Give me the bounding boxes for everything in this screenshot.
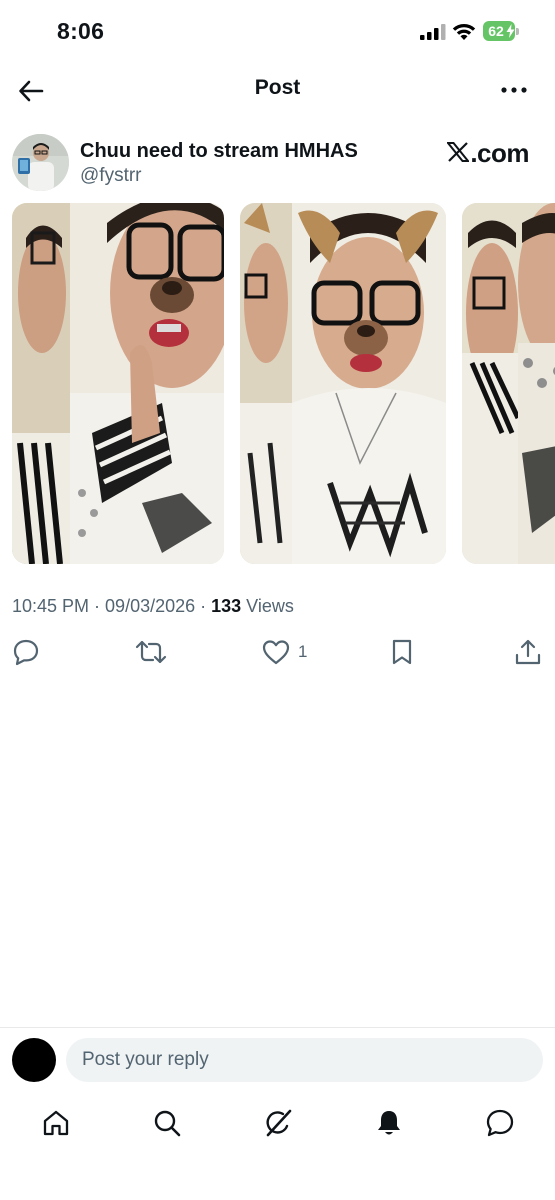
views-label: Views [241, 596, 294, 616]
cellular-signal-icon [420, 24, 446, 40]
photo-3 [462, 203, 555, 564]
avatar-image [12, 134, 69, 191]
home-icon [43, 1110, 69, 1136]
status-bar: 8:06 62 [0, 0, 555, 62]
tab-grok[interactable] [261, 1106, 295, 1140]
tab-search[interactable] [150, 1106, 184, 1140]
photo-2 [240, 203, 446, 564]
battery-indicator: 62 [483, 21, 519, 41]
source-label: .com [447, 138, 529, 169]
media-carousel[interactable] [12, 203, 555, 565]
author-avatar[interactable] [12, 134, 69, 191]
post-header: Post [0, 62, 555, 118]
media-image-3[interactable] [462, 203, 555, 564]
page-title: Post [254, 76, 301, 99]
views-count: 133 [211, 596, 242, 616]
bottom-tab-bar [0, 1092, 555, 1160]
search-icon [154, 1110, 181, 1137]
more-options-button[interactable] [494, 74, 534, 106]
tab-home[interactable] [39, 1106, 73, 1140]
current-user-avatar [12, 1038, 56, 1082]
bookmark-icon [392, 639, 412, 665]
heart-icon [262, 640, 290, 665]
source-label-text: .com [470, 138, 529, 168]
post-timestamp: 10:45 PM · 09/03/2026 · [12, 596, 212, 616]
reply-input[interactable] [66, 1038, 543, 1082]
tab-notifications[interactable] [372, 1106, 406, 1140]
post-actions: 1 [0, 632, 555, 672]
status-time: 8:06 [57, 18, 105, 44]
more-horizontal-icon [501, 87, 527, 93]
wifi-icon [452, 24, 476, 40]
post-meta: 10:45 PM · 09/03/2026 · 133 Views [12, 596, 294, 617]
post-author: Chuu need to stream HMHAS @fystrr .com [12, 134, 543, 194]
battery-percent: 62 [488, 23, 504, 39]
like-count: 1 [298, 642, 308, 661]
share-button[interactable] [514, 636, 542, 668]
repost-button[interactable] [135, 636, 167, 668]
reply-icon [13, 639, 39, 666]
media-image-1[interactable] [12, 203, 224, 564]
charging-bolt-icon [506, 24, 515, 38]
bookmark-button[interactable] [389, 636, 415, 668]
repost-icon [135, 640, 167, 664]
battery-nub [516, 28, 519, 35]
messages-icon [486, 1109, 514, 1137]
reply-button[interactable] [12, 636, 40, 668]
tab-messages[interactable] [483, 1106, 517, 1140]
author-handle[interactable]: @fystrr [80, 165, 142, 187]
notifications-icon [378, 1111, 400, 1135]
share-icon [515, 639, 541, 665]
grok-icon [266, 1109, 292, 1137]
reply-composer [0, 1027, 555, 1092]
media-image-2[interactable] [240, 203, 446, 564]
photo-1 [12, 203, 224, 564]
x-logo-icon [447, 142, 470, 162]
like-button[interactable]: 1 [262, 636, 307, 668]
author-display-name[interactable]: Chuu need to stream HMHAS [80, 140, 358, 163]
